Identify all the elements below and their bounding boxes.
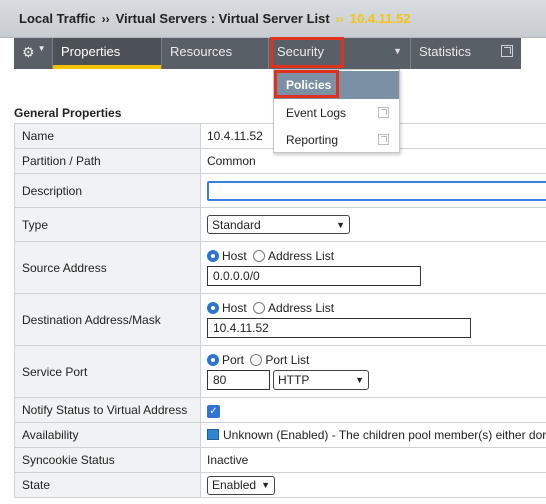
tab-label: Properties	[61, 44, 121, 59]
chevron-down-icon: ▼	[355, 375, 364, 385]
tab-properties[interactable]: Properties	[53, 38, 162, 69]
table-row: State Enabled ▼	[14, 472, 546, 498]
breadcrumb-section[interactable]: Virtual Servers : Virtual Server List	[116, 11, 330, 26]
chevron-down-icon: ▼	[261, 480, 270, 490]
breadcrumb-separator: ››	[335, 11, 344, 26]
service-port-protocol-select[interactable]: HTTP ▼	[273, 370, 369, 390]
service-port-input[interactable]: 80	[207, 370, 270, 390]
status-unknown-icon	[207, 429, 219, 440]
security-highlight-box	[270, 37, 344, 68]
notify-status-label: Notify Status to Virtual Address	[14, 397, 201, 423]
syncookie-label: Syncookie Status	[14, 447, 201, 473]
service-port-list-label: Port List	[265, 353, 310, 367]
destination-host-label: Host	[222, 301, 247, 315]
gear-menu-button[interactable]: ⚙ ▼	[14, 38, 53, 69]
destination-address-input[interactable]: 10.4.11.52	[207, 318, 471, 338]
menu-item-event-logs[interactable]: Event Logs	[274, 99, 399, 126]
destination-address-label: Destination Address/Mask	[14, 293, 201, 346]
description-input[interactable]	[207, 180, 546, 201]
service-port-list-radio[interactable]	[250, 354, 263, 366]
breadcrumb-current: 10.4.11.52	[349, 11, 411, 26]
breadcrumb: Local Traffic ›› Virtual Servers : Virtu…	[0, 0, 546, 38]
table-row: Destination Address/Mask Host Address Li…	[14, 293, 546, 346]
service-port-radio[interactable]	[207, 354, 219, 366]
menu-item-label: Event Logs	[286, 105, 347, 120]
partition-label: Partition / Path	[14, 148, 201, 174]
table-row: Type Standard ▼	[14, 207, 546, 242]
external-link-icon	[378, 134, 389, 145]
menu-item-reporting[interactable]: Reporting	[274, 126, 399, 153]
tab-resources[interactable]: Resources	[162, 38, 269, 69]
source-address-label: Source Address	[14, 241, 201, 294]
table-row: Description	[14, 173, 546, 208]
destination-address-list-label: Address List	[268, 301, 335, 315]
state-label: State	[14, 472, 201, 498]
source-address-input[interactable]: 0.0.0.0/0	[207, 266, 421, 286]
active-tab-indicator	[53, 65, 161, 69]
external-link-icon	[378, 107, 389, 118]
notify-status-checkbox[interactable]: ✓	[207, 404, 220, 418]
tab-bar: ⚙ ▼ Properties Resources Security ▼ Stati…	[14, 38, 521, 69]
policies-highlight-box	[274, 70, 339, 98]
section-title: General Properties	[14, 106, 122, 120]
tab-statistics[interactable]: Statistics	[411, 38, 521, 69]
table-row: Notify Status to Virtual Address ✓	[14, 397, 546, 423]
external-link-icon	[501, 45, 513, 57]
type-select[interactable]: Standard ▼	[207, 215, 350, 234]
protocol-select-value: HTTP	[278, 373, 310, 387]
table-row: Availability Unknown (Enabled) - The chi…	[14, 422, 546, 448]
availability-value: Unknown (Enabled) - The children pool me…	[223, 428, 546, 442]
chevron-down-icon: ▼	[336, 219, 345, 230]
menu-item-label: Reporting	[286, 132, 339, 147]
table-row: Source Address Host Address List 0.0.0.0…	[14, 241, 546, 294]
type-select-value: Standard	[212, 217, 261, 232]
source-host-label: Host	[222, 249, 247, 263]
type-label: Type	[14, 207, 201, 242]
description-label: Description	[14, 173, 201, 208]
source-address-list-radio[interactable]	[253, 250, 266, 262]
service-port-option-label: Port	[222, 353, 245, 367]
table-row: Service Port Port Port List 80 HTTP ▼	[14, 345, 546, 398]
destination-address-list-radio[interactable]	[253, 302, 266, 314]
breadcrumb-separator: ››	[101, 11, 110, 26]
state-select-value: Enabled	[212, 478, 257, 492]
tab-label: Resources	[170, 44, 233, 59]
tab-label: Statistics	[419, 44, 472, 59]
service-port-label: Service Port	[14, 345, 201, 398]
chevron-down-icon: ▼	[37, 44, 46, 53]
breadcrumb-root[interactable]: Local Traffic	[19, 11, 96, 26]
general-properties-table: Name 10.4.11.52 Partition / Path Common …	[14, 123, 546, 498]
source-address-list-label: Address List	[268, 249, 335, 263]
destination-host-radio[interactable]	[207, 302, 219, 314]
source-host-radio[interactable]	[207, 250, 219, 262]
table-row: Syncookie Status Inactive	[14, 447, 546, 473]
gear-icon: ⚙	[22, 44, 35, 60]
syncookie-value: Inactive	[200, 447, 546, 473]
availability-label: Availability	[14, 422, 201, 448]
name-label: Name	[14, 123, 201, 149]
chevron-down-icon: ▼	[393, 46, 402, 56]
state-select[interactable]: Enabled ▼	[207, 475, 275, 495]
